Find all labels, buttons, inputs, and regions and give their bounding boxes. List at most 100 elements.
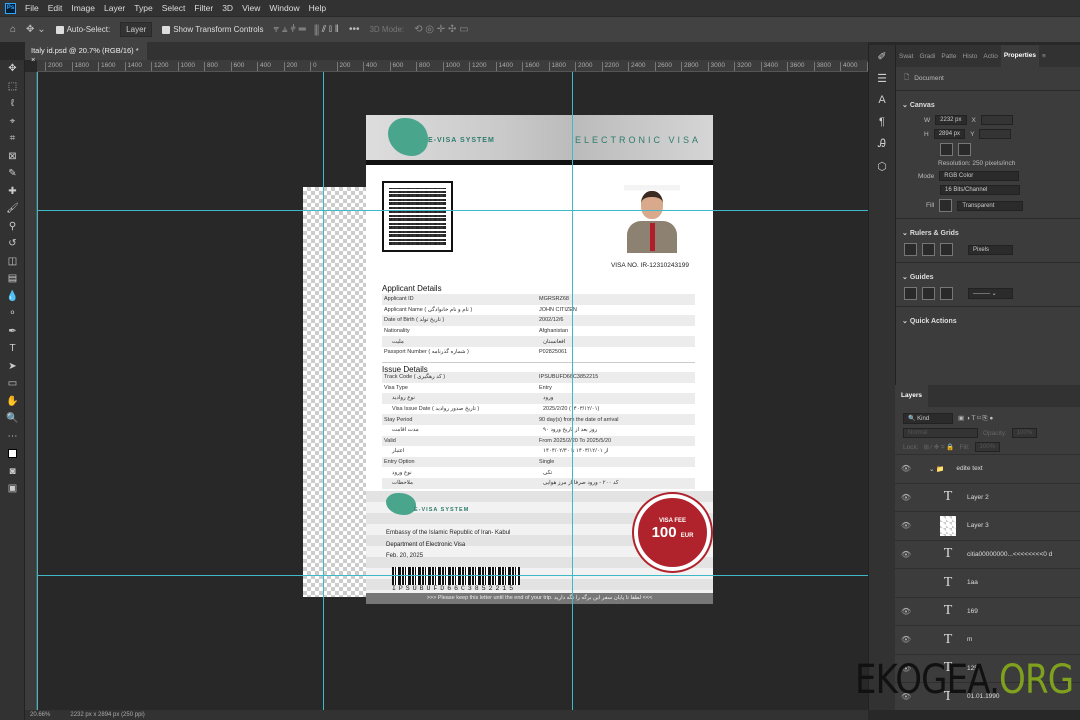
canvas-section-title[interactable]: ⌄ Canvas: [896, 95, 1080, 113]
menu-view[interactable]: View: [242, 3, 260, 13]
lasso-tool-icon[interactable]: ℓ: [0, 95, 25, 113]
character-icon[interactable]: A: [869, 89, 895, 111]
x-field[interactable]: [980, 115, 1013, 125]
dodge-tool-icon[interactable]: ⚬: [0, 305, 25, 323]
rulers-grids-section-title[interactable]: ⌄ Rulers & Grids: [896, 223, 1080, 241]
guide-horizontal[interactable]: [37, 210, 868, 211]
blend-mode-select[interactable]: Normal: [903, 428, 978, 438]
menu-select[interactable]: Select: [162, 3, 186, 13]
layer-item[interactable]: 👁 ⌄ 📁 edite text: [895, 454, 1080, 483]
close-tab-icon[interactable]: ×: [31, 55, 35, 64]
tab-swatches[interactable]: Swat: [896, 53, 916, 60]
guide-horizontal[interactable]: [37, 575, 868, 576]
layer-item[interactable]: 👁 T 169: [895, 596, 1080, 626]
quick-actions-section-title[interactable]: ⌄ Quick Actions: [896, 311, 1080, 329]
pixel-grid-icon[interactable]: [940, 243, 953, 256]
more-tools-icon[interactable]: ⋯: [0, 428, 25, 446]
pen-tool-icon[interactable]: ✒: [0, 323, 25, 341]
layer-item[interactable]: 👁 Tm: [895, 625, 1080, 654]
tab-patterns[interactable]: Patte: [938, 53, 959, 60]
brushes-icon[interactable]: ☰: [869, 67, 895, 89]
paragraph-icon[interactable]: ¶: [869, 111, 895, 133]
crop-tool-icon[interactable]: ⌗: [0, 130, 25, 148]
quick-select-tool-icon[interactable]: ⌖: [0, 113, 25, 131]
screen-mode-icon[interactable]: ▣: [0, 480, 25, 498]
frame-tool-icon[interactable]: ⊠: [0, 148, 25, 166]
visibility-eye-icon[interactable]: 👁: [895, 607, 917, 616]
height-field[interactable]: 2894 px: [933, 129, 966, 139]
guide-vertical[interactable]: [323, 72, 324, 710]
menu-window[interactable]: Window: [269, 3, 299, 13]
auto-select-checkbox[interactable]: Auto-Select:: [55, 25, 110, 34]
y-field[interactable]: [979, 129, 1012, 139]
tab-gradients[interactable]: Gradi: [916, 53, 938, 60]
visibility-eye-icon[interactable]: 👁: [895, 550, 917, 559]
show-transform-checkbox[interactable]: Show Transform Controls: [162, 25, 263, 34]
layer-item[interactable]: T 1aa: [895, 568, 1080, 597]
zoom-tool-icon[interactable]: 🔍: [0, 410, 25, 428]
layer-fill-field[interactable]: 100%: [974, 442, 1000, 452]
mode-select[interactable]: RGB Color: [939, 171, 1020, 181]
fill-select[interactable]: Transparent: [957, 200, 1024, 211]
marquee-tool-icon[interactable]: ⬚: [0, 78, 25, 96]
layer-item[interactable]: 👁 Tcitia00000000...<<<<<<<<0 d: [895, 539, 1080, 569]
visibility-eye-icon[interactable]: 👁: [895, 521, 917, 530]
menu-filter[interactable]: Filter: [194, 3, 213, 13]
guides-toggle-icon[interactable]: [904, 287, 917, 300]
menu-file[interactable]: File: [25, 3, 39, 13]
gradient-tool-icon[interactable]: ▤: [0, 270, 25, 288]
history-brush-tool-icon[interactable]: ↺: [0, 235, 25, 253]
menu-layer[interactable]: Layer: [104, 3, 125, 13]
menu-image[interactable]: Image: [71, 3, 95, 13]
portrait-orientation-button[interactable]: [940, 143, 953, 156]
type-tool-icon[interactable]: T: [0, 340, 25, 358]
tab-actions[interactable]: Actio: [980, 53, 1000, 60]
menu-help[interactable]: Help: [309, 3, 326, 13]
shape-tool-icon[interactable]: ▭: [0, 375, 25, 393]
layer-filter-icons[interactable]: ▣ ◑ T ⌑ ⎘ ●: [958, 414, 993, 423]
healing-tool-icon[interactable]: ✚: [0, 183, 25, 201]
3d-tools-icons[interactable]: ⟲ ◎ ✛ ✣ ▭: [414, 24, 468, 35]
path-select-tool-icon[interactable]: ➤: [0, 358, 25, 376]
guide-vertical[interactable]: [37, 72, 38, 710]
eraser-tool-icon[interactable]: ◫: [0, 253, 25, 271]
move-tool-icon[interactable]: ✥: [0, 60, 25, 78]
visibility-eye-icon[interactable]: 👁: [895, 635, 917, 644]
layer-select[interactable]: Layer: [120, 22, 153, 37]
menu-type[interactable]: Type: [134, 3, 152, 13]
color-swatches-icon[interactable]: [0, 445, 25, 463]
visibility-eye-icon[interactable]: 👁: [895, 464, 917, 473]
move-tool-icon[interactable]: ✥ ⌄: [26, 24, 46, 35]
glyphs-icon[interactable]: Ꭿ: [869, 133, 895, 155]
layer-item[interactable]: 👁 Layer 3: [895, 511, 1080, 540]
blur-tool-icon[interactable]: 💧: [0, 288, 25, 306]
document-dimensions[interactable]: 2232 px x 2894 px (250 ppi): [70, 712, 144, 718]
guides-section-title[interactable]: ⌄ Guides: [896, 267, 1080, 285]
bit-depth-select[interactable]: 16 Bits/Channel: [940, 185, 1020, 195]
guide-vertical[interactable]: [572, 72, 573, 710]
tab-properties[interactable]: Properties: [1000, 45, 1039, 67]
fill-swatch[interactable]: [939, 199, 953, 212]
menu-3d[interactable]: 3D: [222, 3, 233, 13]
zoom-level[interactable]: 20.66%: [30, 712, 50, 718]
landscape-orientation-button[interactable]: [958, 143, 971, 156]
align-icons[interactable]: ⫧ ⫨ ⫩ ═ ⫼ ⫽ ⫾ ‖: [273, 24, 338, 35]
guide-style-select[interactable]: ──── ⌄: [968, 288, 1013, 299]
tab-layers[interactable]: Layers: [895, 385, 928, 407]
tab-history[interactable]: Histo: [960, 53, 981, 60]
brush-tool-icon[interactable]: 🖌: [0, 200, 25, 218]
lock-guides-icon[interactable]: [922, 287, 935, 300]
canvas-area[interactable]: E-VISA SYSTEM ELECTRONIC VISA VISA NO. I…: [37, 72, 868, 710]
width-field[interactable]: 2232 px: [935, 115, 967, 125]
brush-settings-icon[interactable]: ✐: [869, 45, 895, 67]
clone-stamp-tool-icon[interactable]: ⚲: [0, 218, 25, 236]
panel-menu-icon[interactable]: ≡: [1039, 53, 1049, 60]
document-tab[interactable]: Italy id.psd @ 20.7% (RGB/16) * ×: [25, 42, 147, 64]
menu-edit[interactable]: Edit: [48, 3, 63, 13]
rulers-toggle-icon[interactable]: [904, 243, 917, 256]
grid-toggle-icon[interactable]: [922, 243, 935, 256]
opacity-field[interactable]: 100%: [1011, 428, 1038, 438]
units-select[interactable]: Pixels: [968, 244, 1013, 255]
3d-icon[interactable]: ⬡: [869, 155, 895, 177]
quick-mask-icon[interactable]: ◙: [0, 463, 25, 481]
